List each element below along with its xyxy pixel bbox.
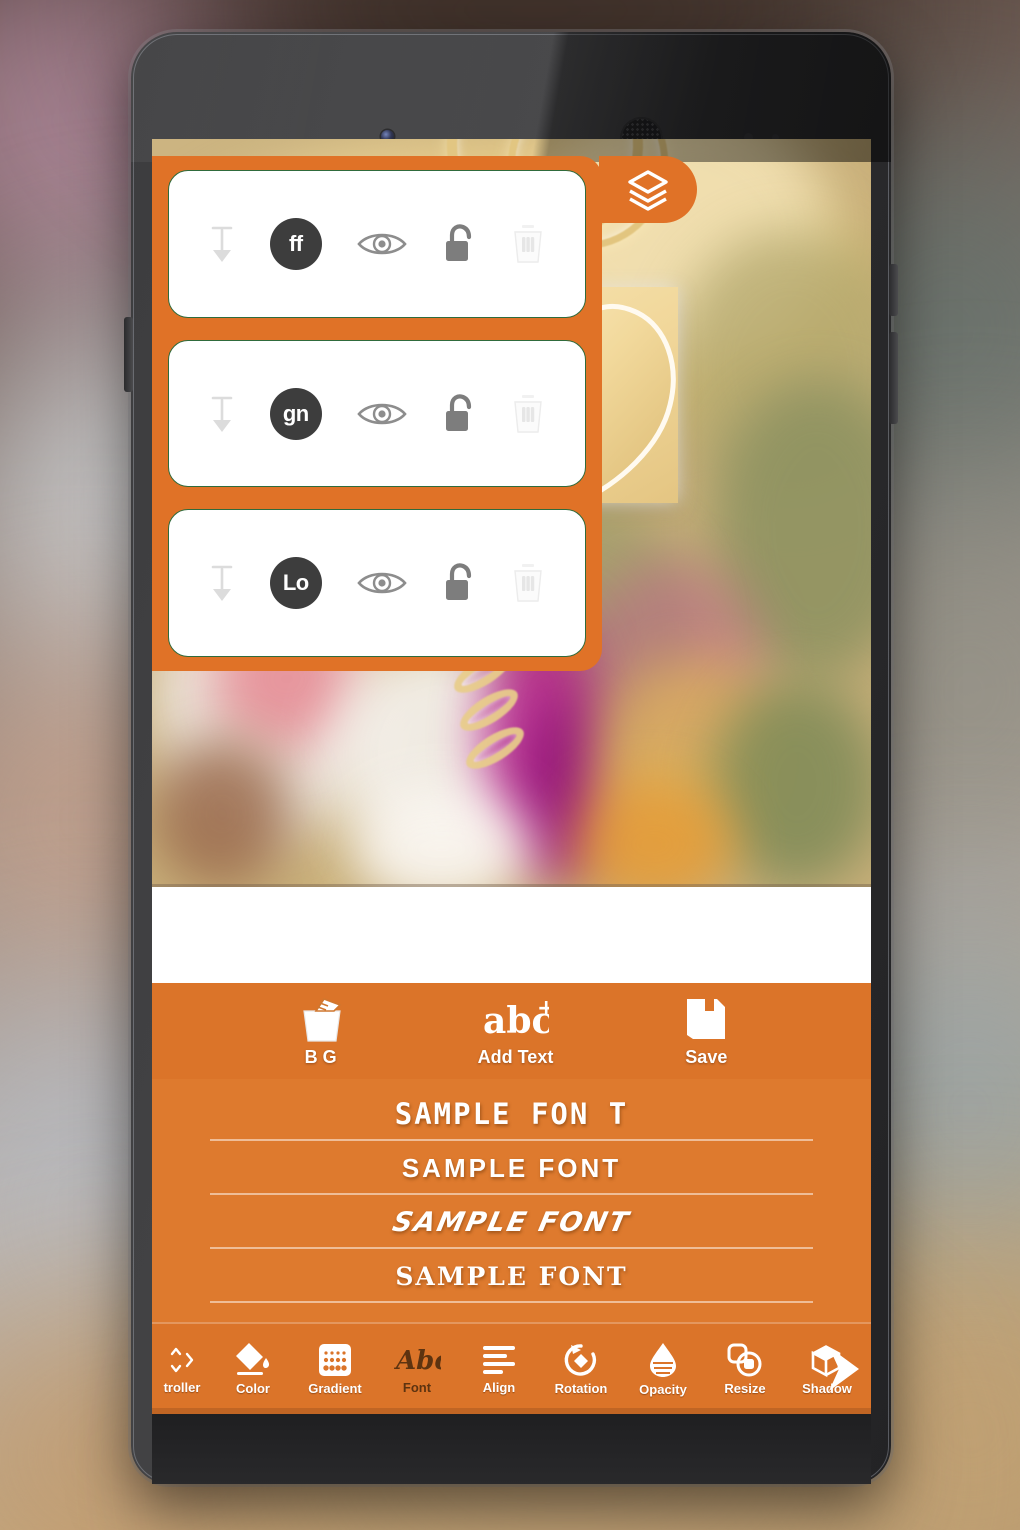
power-button[interactable] (889, 264, 898, 316)
save-label: Save (685, 1046, 728, 1067)
trash-icon[interactable] (511, 394, 545, 434)
font-sample-label: SAMPLE FON T (394, 1097, 629, 1131)
tool-label: Font (402, 1380, 432, 1395)
bg-label: B G (304, 1046, 337, 1067)
move-down-icon[interactable] (209, 224, 235, 264)
layer-badge[interactable]: ff (269, 217, 322, 270)
rotation-icon (564, 1344, 597, 1376)
tool-resize[interactable]: Resize (704, 1324, 786, 1414)
unlock-icon[interactable] (442, 223, 476, 265)
abc-plus-icon: abc + (483, 996, 549, 1042)
move-down-icon[interactable] (209, 394, 235, 434)
tool-rotation[interactable]: Rotation (540, 1324, 622, 1414)
layer-badge[interactable]: Lo (269, 557, 322, 610)
eye-icon[interactable] (357, 569, 407, 597)
font-option[interactable]: SAMPLE FON T (152, 1087, 871, 1141)
unlock-icon[interactable] (442, 562, 476, 604)
tool-opacity[interactable]: Opacity (622, 1324, 704, 1414)
font-sample-label: SAMPLE FONT (401, 1152, 622, 1183)
tool-label: Rotation (554, 1381, 608, 1396)
side-button[interactable] (889, 332, 898, 424)
unlock-icon[interactable] (442, 393, 476, 435)
layers-icon (628, 169, 668, 211)
layer-badge[interactable]: gn (269, 387, 322, 440)
volume-button[interactable] (124, 317, 133, 392)
font-option[interactable]: SAMPLE FONT (152, 1141, 871, 1195)
phone-screen: ff gn Lo B G abc + Add Text Save SAMPLE … (152, 139, 871, 1414)
tool-label: troller (163, 1380, 201, 1395)
background-bucket-icon (302, 997, 342, 1042)
font-option[interactable]: SAMPLE FONT (152, 1249, 871, 1303)
tool-font[interactable]: Abc Font (376, 1324, 458, 1414)
tool-strip[interactable]: troller Color Gradient Ab Font Align Rot… (152, 1322, 871, 1414)
tool-label: Color (236, 1381, 270, 1396)
tool-label: Align (482, 1380, 516, 1395)
layer-row[interactable]: ff (168, 170, 586, 318)
add-text-button[interactable]: abc + Add Text (478, 995, 554, 1068)
layers-toggle-button[interactable] (599, 156, 697, 223)
paint-bucket-icon (236, 1343, 270, 1375)
tool-color[interactable]: Color (212, 1324, 294, 1414)
font-list[interactable]: SAMPLE FON T SAMPLE FONT SAMPLE FONT SAM… (152, 1079, 871, 1322)
phone-chin (152, 1414, 871, 1484)
tool-controller[interactable]: troller (152, 1324, 212, 1414)
tool-gradient[interactable]: Gradient (294, 1324, 376, 1414)
tool-label: Resize (724, 1381, 766, 1396)
trash-icon[interactable] (511, 224, 545, 264)
tool-label: Opacity (639, 1382, 687, 1397)
resize-shapes-icon (727, 1343, 762, 1377)
trash-icon[interactable] (511, 563, 545, 603)
tool-label: Gradient (308, 1381, 362, 1396)
opacity-drop-icon (650, 1343, 676, 1377)
phone-device: ff gn Lo B G abc + Add Text Save SAMPLE … (124, 32, 898, 1484)
layer-row[interactable]: gn (168, 339, 586, 488)
eye-icon[interactable] (357, 400, 407, 428)
tool-align[interactable]: Align (458, 1324, 540, 1414)
abc-script-icon: Abc (393, 1346, 441, 1376)
canvas-spacer (152, 887, 871, 983)
controller-icon (170, 1347, 194, 1373)
svg-text:+: + (537, 996, 549, 1021)
floppy-save-icon (687, 998, 726, 1039)
add-text-label: Add Text (477, 1046, 554, 1067)
font-sample-label: SAMPLE FONT (389, 1206, 634, 1238)
save-button[interactable]: Save (683, 995, 729, 1068)
layer-row[interactable]: Lo (168, 509, 586, 658)
eye-icon[interactable] (357, 230, 407, 258)
align-lines-icon (483, 1346, 515, 1374)
font-option[interactable]: SAMPLE FONT (152, 1195, 871, 1249)
gradient-grid-icon (319, 1344, 351, 1376)
chevron-right-icon[interactable] (815, 1343, 867, 1395)
move-down-icon[interactable] (209, 563, 235, 603)
primary-action-bar: B G abc + Add Text Save (152, 983, 871, 1079)
bg-button[interactable]: B G (294, 995, 348, 1068)
svg-text:Abc: Abc (393, 1346, 441, 1376)
layers-panel: ff gn Lo (152, 156, 602, 671)
font-sample-label: SAMPLE FONT (395, 1261, 628, 1291)
